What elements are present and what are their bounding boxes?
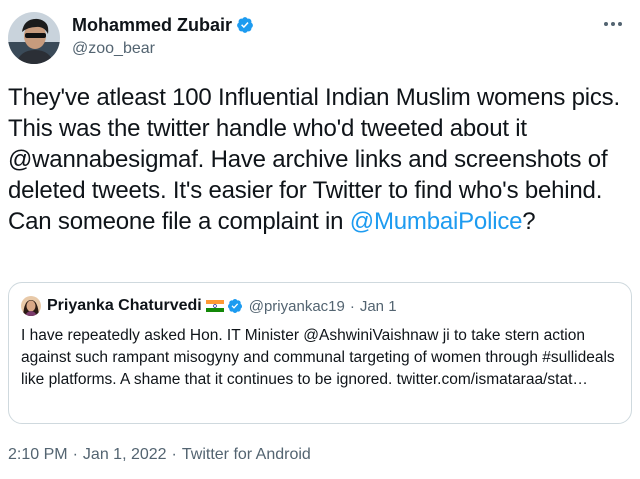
tweet-meta: 2:10 PM · Jan 1, 2022 · Twitter for Android <box>8 446 311 464</box>
india-flag-icon <box>205 300 224 312</box>
quoted-separator: · <box>349 297 355 315</box>
tweet-source[interactable]: Twitter for Android <box>182 446 311 463</box>
author-name[interactable]: Mohammed Zubair <box>72 14 232 36</box>
quoted-author-name: Priyanka Chaturvedi <box>47 297 202 314</box>
more-options-icon[interactable] <box>598 12 628 36</box>
tweet-date[interactable]: Jan 1, 2022 <box>83 446 167 463</box>
author-handle[interactable]: @zoo_bear <box>72 38 254 60</box>
mention-link[interactable]: @MumbaiPolice <box>350 208 523 235</box>
quoted-tweet[interactable]: Priyanka Chaturvedi @priyankac19 · Jan 1… <box>8 282 632 424</box>
meta-separator: · <box>72 446 78 463</box>
quoted-author-handle: @priyankac19 <box>248 297 345 315</box>
quoted-header: Priyanka Chaturvedi @priyankac19 · Jan 1 <box>21 295 619 317</box>
verified-badge-icon <box>237 17 253 33</box>
quoted-text: I have repeatedly asked Hon. IT Minister… <box>21 327 615 388</box>
tweet-time[interactable]: 2:10 PM <box>8 446 68 463</box>
tweet-card: Mohammed Zubair @zoo_bear They've atleas… <box>0 0 640 479</box>
verified-badge-icon <box>227 299 242 313</box>
tweet-header: Mohammed Zubair @zoo_bear <box>8 12 632 68</box>
quoted-date[interactable]: Jan 1 <box>360 298 397 315</box>
tweet-text: They've atleast 100 Influential Indian M… <box>8 82 632 237</box>
author-avatar[interactable] <box>8 12 60 64</box>
meta-separator: · <box>171 446 177 463</box>
author-info: Mohammed Zubair @zoo_bear <box>72 14 254 60</box>
quoted-author-avatar <box>21 296 41 316</box>
tweet-text-end: ? <box>522 208 536 235</box>
